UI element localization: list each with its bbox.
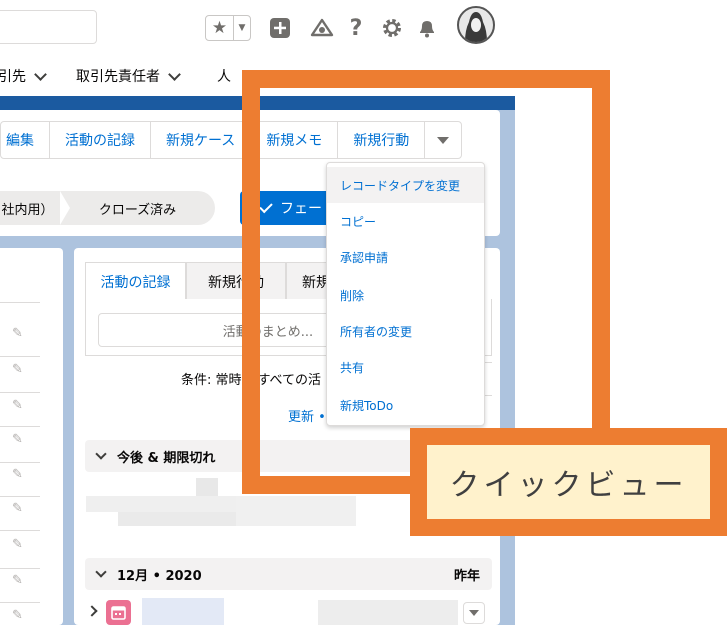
annotation-label: クイックビュー — [410, 428, 727, 536]
chevron-down-icon — [469, 610, 479, 616]
chevron-down-icon[interactable] — [34, 67, 47, 81]
pencil-icon[interactable]: ✎ — [12, 432, 23, 447]
redacted-content — [86, 496, 236, 512]
pencil-icon[interactable]: ✎ — [12, 398, 23, 413]
question-icon[interactable]: ? — [344, 16, 368, 41]
pencil-icon[interactable]: ✎ — [12, 326, 23, 341]
edit-button[interactable]: 編集 — [1, 122, 50, 158]
nav-item-accounts[interactable]: 引先 — [0, 66, 47, 86]
chevron-down-icon — [95, 448, 107, 460]
favorites-button[interactable]: ★ ▼ — [205, 15, 251, 41]
log-activity-button[interactable]: 活動の記録 — [50, 122, 151, 158]
section-december[interactable]: 12月 • 2020 昨年 — [85, 558, 492, 590]
bell-icon[interactable] — [415, 16, 439, 40]
nav-item-people[interactable]: 人 — [217, 66, 231, 86]
pencil-icon[interactable]: ✎ — [12, 537, 23, 552]
chevron-down-icon — [95, 566, 107, 578]
chevron-down-icon[interactable] — [168, 67, 181, 81]
redacted-content — [318, 600, 458, 625]
nav-item-contacts[interactable]: 取引先責任者 — [76, 66, 181, 86]
pencil-icon[interactable]: ✎ — [12, 501, 23, 516]
path-stage-closed[interactable]: クローズ済み — [60, 191, 215, 225]
new-case-button[interactable]: 新規ケース — [151, 122, 252, 158]
path-stage-internal[interactable]: 社内用） — [0, 191, 60, 225]
nav-item-label: 取引先責任者 — [76, 69, 160, 85]
plus-icon[interactable] — [268, 16, 292, 40]
redacted-content — [142, 598, 224, 625]
calendar-icon — [106, 600, 131, 625]
pencil-icon[interactable]: ✎ — [12, 573, 23, 588]
row-actions-button[interactable] — [463, 602, 485, 624]
nav-item-label: 人 — [217, 69, 231, 85]
section-month-label: 12月 • 2020 — [117, 568, 202, 584]
star-icon[interactable]: ★ — [206, 16, 234, 40]
gear-icon[interactable] — [380, 16, 404, 40]
pencil-icon[interactable]: ✎ — [12, 467, 23, 482]
trailhead-icon[interactable] — [310, 16, 334, 40]
chevron-down-icon[interactable]: ▼ — [234, 16, 250, 40]
pencil-icon[interactable]: ✎ — [12, 608, 23, 623]
avatar[interactable] — [457, 6, 495, 44]
section-month-right: 昨年 — [453, 568, 480, 584]
redacted-content — [196, 478, 218, 498]
redacted-content — [236, 496, 356, 526]
section-upcoming-label: 今後 & 期限切れ — [117, 450, 216, 466]
pencil-icon[interactable]: ✎ — [12, 362, 23, 377]
nav-item-label: 引先 — [0, 69, 26, 85]
global-search-input[interactable] — [0, 10, 97, 44]
details-card — [0, 248, 63, 625]
tab-log-activity[interactable]: 活動の記録 — [85, 262, 186, 300]
